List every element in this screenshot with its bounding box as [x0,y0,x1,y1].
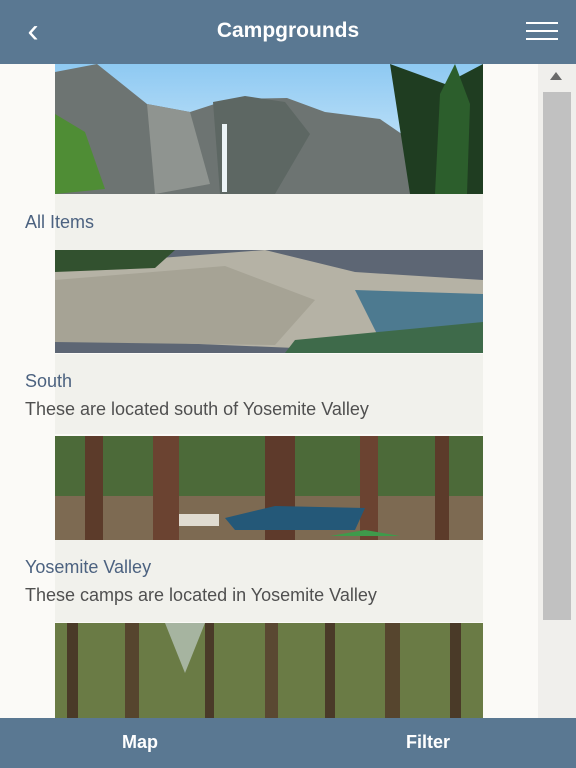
item-label-all[interactable]: All Items [25,212,94,233]
menu-button[interactable] [526,20,558,42]
forest-camp-photo [55,436,483,540]
app-header: ‹ Campgrounds [0,0,576,64]
item-label-valley[interactable]: Yosemite Valley [25,557,151,578]
item-label-south[interactable]: South [25,371,72,392]
mountain-lake-photo [55,250,483,353]
row-overlay [55,194,483,252]
page-title: Campgrounds [216,19,360,42]
row-overlay [55,540,483,622]
row-overlay [55,354,483,434]
bottom-toolbar: Map Filter [0,718,576,768]
map-tab[interactable]: Map [122,718,158,768]
filter-tab[interactable]: Filter [406,718,450,768]
scroll-thumb[interactable] [543,92,571,620]
hamburger-menu-icon [526,22,558,24]
scroll-up-arrow-icon[interactable] [550,72,562,80]
pine-forest-photo [55,623,483,718]
item-desc-south: These are located south of Yosemite Vall… [25,399,369,419]
vertical-scrollbar[interactable] [538,64,576,718]
campground-list[interactable]: All Items South These are located south … [0,64,538,718]
waterfall-photo [55,64,483,194]
item-desc-valley: These camps are located in Yosemite Vall… [25,585,377,605]
